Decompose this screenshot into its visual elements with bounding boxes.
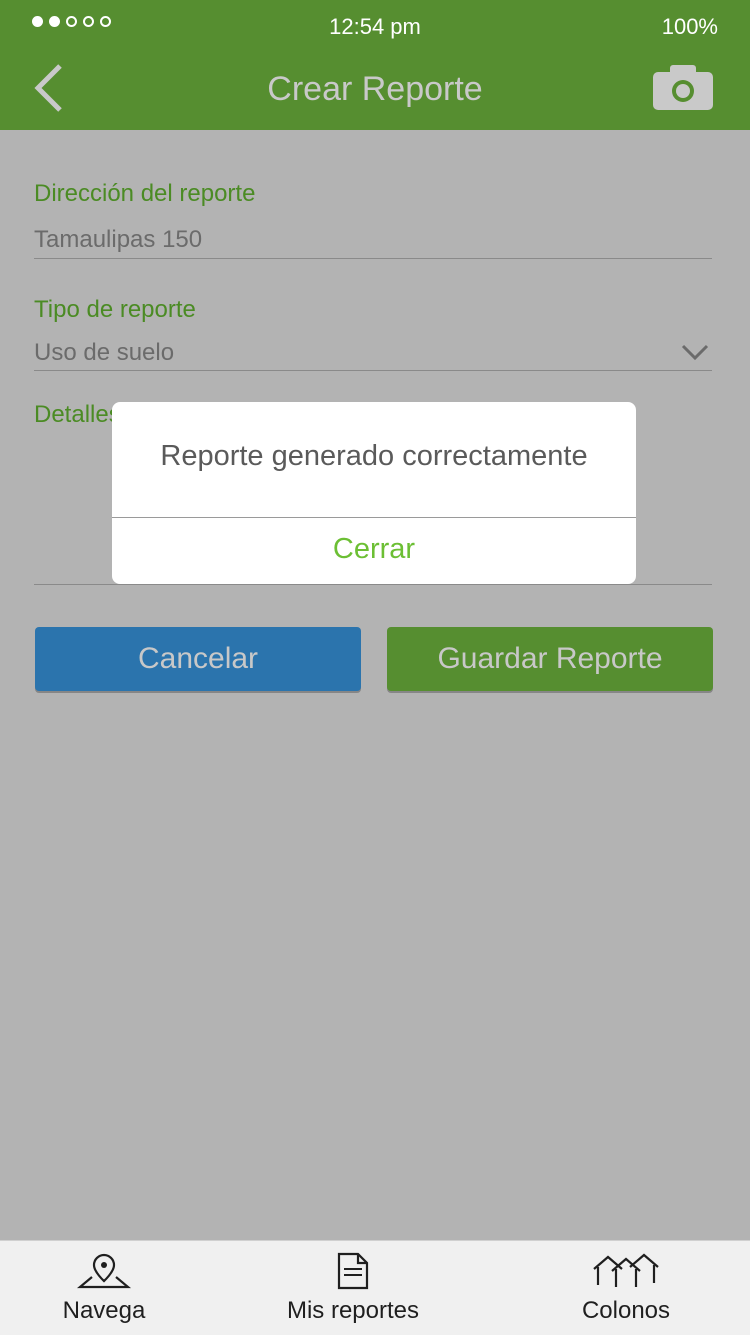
camera-button[interactable] [652, 64, 714, 110]
details-label: Detalles [34, 401, 121, 428]
tab-label: Mis reportes [286, 1297, 420, 1324]
tab-bar: Navega Mis reportes Colonos [0, 1240, 750, 1335]
type-select[interactable]: Uso de suelo [34, 339, 174, 367]
map-pin-icon [76, 1253, 132, 1289]
tab-mis-reportes[interactable]: Mis reportes [272, 1241, 434, 1335]
type-label: Tipo de reporte [34, 296, 196, 323]
tab-colonos[interactable]: Colonos [570, 1241, 682, 1335]
camera-icon [653, 65, 713, 110]
address-label: Dirección del reporte [34, 180, 256, 207]
type-underline [34, 370, 712, 371]
chevron-down-icon[interactable] [680, 342, 710, 362]
tab-label: Colonos [581, 1297, 671, 1324]
address-underline [34, 258, 712, 259]
cancel-button[interactable]: Cancelar [35, 627, 361, 691]
success-dialog: Reporte generado correctamente Cerrar [112, 402, 636, 584]
tab-navega[interactable]: Navega [40, 1241, 168, 1335]
close-dialog-button[interactable]: Cerrar [112, 518, 636, 584]
details-underline [34, 584, 712, 585]
tab-label: Navega [62, 1297, 146, 1324]
nav-bar: Crear Reporte [0, 52, 750, 130]
document-icon [337, 1252, 369, 1290]
status-time: 12:54 pm [329, 14, 421, 39]
battery-level: 100% [661, 14, 718, 39]
houses-icon [593, 1253, 659, 1287]
save-report-button[interactable]: Guardar Reporte [387, 627, 713, 691]
page-title: Crear Reporte [267, 70, 483, 108]
status-bar: 12:54 pm 100% [0, 0, 750, 52]
dialog-message: Reporte generado correctamente [160, 440, 588, 472]
address-input[interactable]: Tamaulipas 150 [34, 226, 202, 254]
top-bar: 12:54 pm 100% Crear Reporte [0, 0, 750, 130]
